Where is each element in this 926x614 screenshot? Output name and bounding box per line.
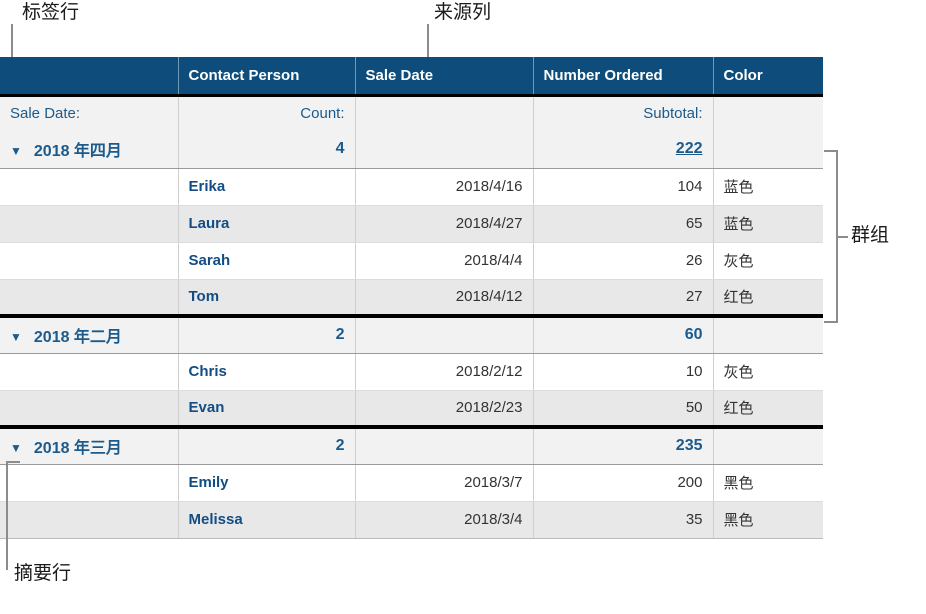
row-sale-date: 2018/2/23 <box>355 390 534 427</box>
annotation-group-bracket-tick <box>838 236 848 238</box>
table-row[interactable]: Evan 2018/2/23 50 红色 <box>0 390 823 427</box>
row-indent-cell <box>0 279 179 316</box>
row-color: 黑色 <box>713 501 823 539</box>
label-row-count: Count: <box>178 95 356 131</box>
annotation-summary-row: 摘要行 <box>14 563 72 584</box>
group-date-cell <box>355 314 534 354</box>
row-sale-date: 2018/4/12 <box>355 279 534 316</box>
column-header-color[interactable]: Color <box>713 57 823 97</box>
row-color: 蓝色 <box>713 205 823 243</box>
table-row[interactable]: Sarah 2018/4/4 26 灰色 <box>0 242 823 280</box>
group-subtotal-cell: 235 <box>533 425 714 465</box>
row-color: 红色 <box>713 279 823 316</box>
row-sale-date: 2018/4/4 <box>355 242 534 280</box>
group-subtotal-value: 222 <box>675 140 703 158</box>
row-indent-cell <box>0 168 179 206</box>
row-indent-cell <box>0 242 179 280</box>
row-indent-cell <box>0 501 179 539</box>
group-color-cell <box>713 425 823 465</box>
row-contact-person: Melissa <box>178 501 356 539</box>
row-indent-cell <box>0 353 179 391</box>
annotation-summary-row-leader <box>6 461 8 570</box>
row-indent-cell <box>0 390 179 427</box>
row-contact-person: Evan <box>178 390 356 427</box>
group-name-label: 2018 年四月 <box>33 143 122 161</box>
row-number-ordered: 27 <box>533 279 714 316</box>
row-color: 黑色 <box>713 464 823 502</box>
row-number-ordered: 65 <box>533 205 714 243</box>
row-contact-person: Erika <box>178 168 356 206</box>
group-subtotal-cell: 222 <box>533 131 714 169</box>
label-row-color <box>713 95 823 131</box>
pivot-table-container: Contact Person Sale Date Number Ordered … <box>0 57 823 539</box>
group-subtotal-cell: 60 <box>533 314 714 354</box>
label-row-subtotal: Subtotal: <box>533 95 714 131</box>
row-sale-date: 2018/2/12 <box>355 353 534 391</box>
row-indent-cell <box>0 205 179 243</box>
row-color: 灰色 <box>713 242 823 280</box>
table-row[interactable]: Tom 2018/4/12 27 红色 <box>0 279 823 316</box>
group-color-cell <box>713 314 823 354</box>
row-color: 红色 <box>713 390 823 427</box>
group-count-cell: 4 <box>178 131 356 169</box>
row-number-ordered: 35 <box>533 501 714 539</box>
label-row: Sale Date: Count: Subtotal: <box>0 95 823 131</box>
row-contact-person: Tom <box>178 279 356 316</box>
row-contact-person: Chris <box>178 353 356 391</box>
disclosure-triangle-icon[interactable]: ▼ <box>10 144 22 158</box>
group-summary-row[interactable]: ▼ 2018 年三月 2 235 <box>0 425 823 465</box>
group-name-label: 2018 年三月 <box>33 440 122 458</box>
group-summary-row[interactable]: ▼ 2018 年四月 4 222 <box>0 131 823 169</box>
disclosure-triangle-icon[interactable]: ▼ <box>10 441 22 455</box>
column-header-contact-person[interactable]: Contact Person <box>178 57 356 97</box>
column-header-number-ordered[interactable]: Number Ordered <box>533 57 714 97</box>
row-number-ordered: 200 <box>533 464 714 502</box>
table-row[interactable]: Chris 2018/2/12 10 灰色 <box>0 353 823 391</box>
label-row-date <box>355 95 534 131</box>
row-sale-date: 2018/3/7 <box>355 464 534 502</box>
row-number-ordered: 104 <box>533 168 714 206</box>
table-row[interactable]: Melissa 2018/3/4 35 黑色 <box>0 501 823 539</box>
group-name-cell[interactable]: ▼ 2018 年四月 <box>0 131 179 169</box>
group-name-cell[interactable]: ▼ 2018 年二月 <box>0 314 179 354</box>
row-color: 蓝色 <box>713 168 823 206</box>
table-row[interactable]: Emily 2018/3/7 200 黑色 <box>0 464 823 502</box>
annotation-source-column-leader <box>427 24 429 58</box>
row-number-ordered: 50 <box>533 390 714 427</box>
row-sale-date: 2018/4/27 <box>355 205 534 243</box>
label-row-category: Sale Date: <box>0 95 179 131</box>
row-number-ordered: 10 <box>533 353 714 391</box>
column-header-sale-date[interactable]: Sale Date <box>355 57 534 97</box>
table-row[interactable]: Laura 2018/4/27 65 蓝色 <box>0 205 823 243</box>
row-contact-person: Emily <box>178 464 356 502</box>
annotation-label-row: 标签行 <box>22 2 80 23</box>
row-color: 灰色 <box>713 353 823 391</box>
group-name-cell[interactable]: ▼ 2018 年三月 <box>0 425 179 465</box>
pivot-table: Contact Person Sale Date Number Ordered … <box>0 57 823 539</box>
group-summary-row[interactable]: ▼ 2018 年二月 2 60 <box>0 314 823 354</box>
group-date-cell <box>355 131 534 169</box>
row-sale-date: 2018/3/4 <box>355 501 534 539</box>
row-indent-cell <box>0 464 179 502</box>
row-contact-person: Sarah <box>178 242 356 280</box>
pivot-table-body: Sale Date: Count: Subtotal: ▼ 2018 年四月 4 … <box>0 95 823 539</box>
annotation-source-column: 来源列 <box>434 2 492 23</box>
column-header-blank[interactable] <box>0 57 179 97</box>
group-date-cell <box>355 425 534 465</box>
group-count-cell: 2 <box>178 314 356 354</box>
annotation-group: 群组 <box>851 225 890 246</box>
annotation-summary-row-elbow <box>6 461 20 473</box>
annotation-group-bracket <box>824 150 838 323</box>
row-sale-date: 2018/4/16 <box>355 168 534 206</box>
row-contact-person: Laura <box>178 205 356 243</box>
disclosure-triangle-icon[interactable]: ▼ <box>10 330 22 344</box>
group-name-label: 2018 年二月 <box>33 329 122 347</box>
group-color-cell <box>713 131 823 169</box>
group-count-cell: 2 <box>178 425 356 465</box>
row-number-ordered: 26 <box>533 242 714 280</box>
table-row[interactable]: Erika 2018/4/16 104 蓝色 <box>0 168 823 206</box>
table-header-row: Contact Person Sale Date Number Ordered … <box>0 57 823 97</box>
